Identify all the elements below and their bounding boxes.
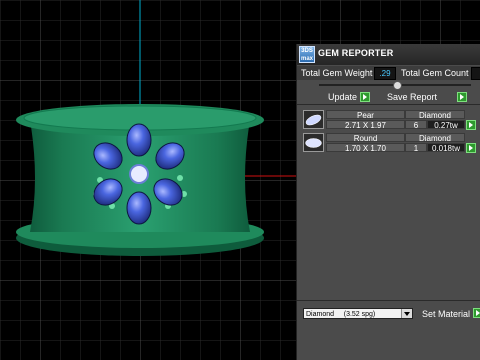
ring-model[interactable] — [16, 104, 264, 256]
slider-handle[interactable] — [393, 81, 402, 90]
set-material-go-icon — [473, 308, 480, 318]
gem-count: 6 — [405, 120, 427, 129]
gem-material: Diamond — [405, 133, 465, 142]
panel-title: GEM REPORTER — [318, 48, 394, 58]
divider — [297, 300, 480, 301]
gem-weight[interactable]: 0.018tw — [427, 143, 465, 152]
round-center-gem[interactable] — [129, 164, 149, 184]
total-gem-weight-value[interactable]: .29 — [374, 67, 396, 80]
update-label: Update — [328, 92, 358, 102]
gem-size: 1.70 X 1.70 — [326, 143, 405, 152]
prong-bead — [177, 175, 183, 181]
gem-select-go-icon[interactable] — [466, 120, 476, 130]
gem-row[interactable]: Pear Diamond 2.71 X 1.97 6 0.27tw — [301, 110, 479, 131]
divider — [297, 104, 480, 105]
set-material-label: Set Material — [422, 309, 471, 319]
totals-row: Total Gem Weight .29 Total Gem Count — [297, 66, 480, 80]
gem-size: 2.71 X 1.97 — [326, 120, 405, 129]
save-report-go-icon — [457, 92, 467, 102]
gem-row[interactable]: Round Diamond 1.70 X 1.70 1 0.018tw — [301, 133, 479, 154]
material-select-value: Diamond (3.52 spg) — [306, 311, 376, 318]
save-report-label: Save Report — [387, 92, 438, 102]
round-gem-thumbnail[interactable] — [303, 133, 324, 152]
total-gem-count-value[interactable] — [471, 67, 480, 80]
total-gem-count-label: Total Gem Count — [401, 68, 469, 78]
gem-reporter-panel: 3DS max GEM REPORTER Total Gem Weight .29… — [296, 44, 480, 360]
pear-gem-thumbnail[interactable] — [303, 110, 324, 129]
gem-shape: Pear — [326, 110, 405, 119]
gem-material: Diamond — [405, 110, 465, 119]
gem-count: 1 — [405, 143, 427, 152]
chevron-down-icon[interactable] — [401, 309, 412, 318]
pear-gem[interactable] — [126, 123, 152, 157]
gem-select-go-icon[interactable] — [466, 143, 476, 153]
pear-gem[interactable] — [126, 191, 152, 225]
gem-weight[interactable]: 0.27tw — [427, 120, 465, 129]
update-go-icon — [360, 92, 370, 102]
panel-titlebar[interactable]: 3DS max GEM REPORTER — [297, 44, 480, 65]
gem-shape: Round — [326, 133, 405, 142]
app-logo-icon: 3DS max — [299, 46, 315, 63]
material-select[interactable]: Diamond (3.52 spg) — [303, 308, 413, 319]
total-gem-weight-label: Total Gem Weight — [301, 68, 373, 78]
